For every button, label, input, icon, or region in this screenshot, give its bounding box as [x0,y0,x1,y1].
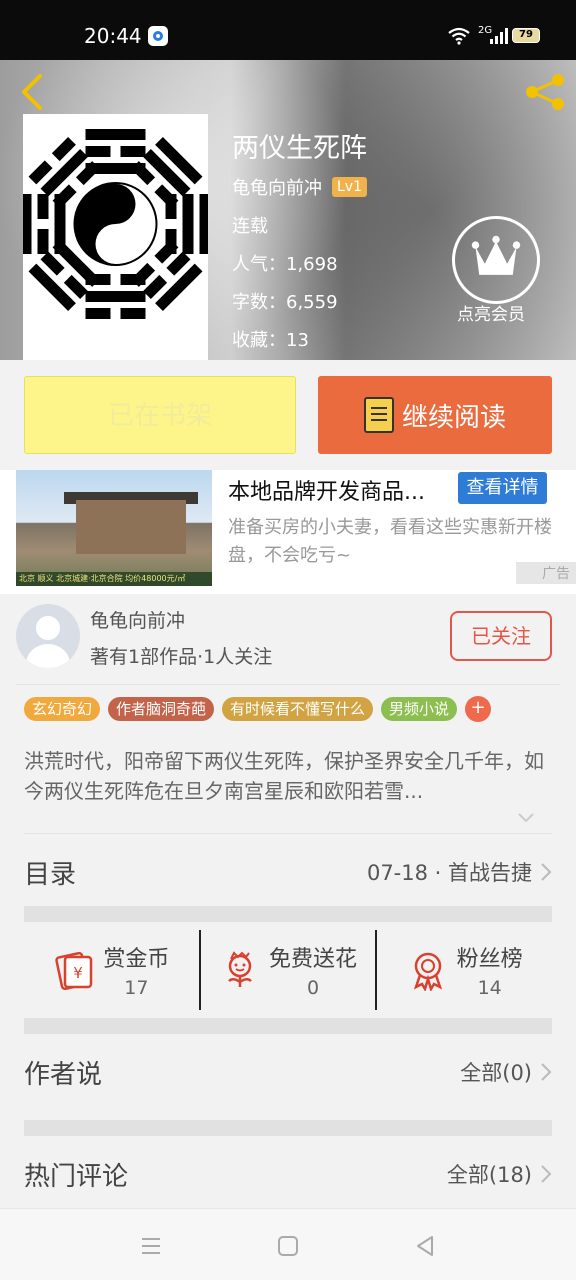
divider [16,684,560,685]
book-header: 两仪生死阵 龟龟向前冲 Lv1 连载 人气：1,698 字数：6,559 收藏：… [0,60,576,360]
fans-ranking-count: 14 [477,977,502,999]
ad-banner[interactable]: 北京 顺义 北京城建·北京合院 均价48000元/㎡ 本地品牌开发商品... 查… [0,470,576,594]
menu-icon[interactable] [140,1235,162,1257]
popularity-count: 人气：1,698 [232,254,338,275]
medal-icon [413,952,442,991]
author-works-info: 著有1部作品·1人关注 [90,646,273,668]
ad-label: 广告 [516,562,576,584]
system-navigation-bar [0,1208,576,1280]
chevron-right-icon [541,863,552,881]
back-icon[interactable] [414,1235,436,1257]
wifi-icon [448,27,470,45]
ad-image-caption: 北京 顺义 北京城建·北京合院 均价48000元/㎡ [16,572,212,586]
author-avatar[interactable] [16,604,80,668]
author-section: 龟龟向前冲 著有1部作品·1人关注 已关注 [0,594,576,684]
author-name[interactable]: 龟龟向前冲 [232,174,322,200]
book-title: 两仪生死阵 [232,133,367,164]
back-arrow-icon[interactable] [16,72,48,112]
tag-item[interactable]: 作者脑洞奇葩 [108,697,215,721]
tag-item[interactable]: 男频小说 [381,697,458,721]
book-summary[interactable]: 洪荒时代，阳帝留下两仪生死阵，保护圣界安全几千年，如今两仪生死阵危在旦夕南宫星辰… [24,746,552,806]
author-says-row[interactable]: 作者说 全部(0) [24,1050,552,1094]
continue-reading-label: 继续阅读 [401,402,506,433]
red-envelope-icon: ¥ [55,951,93,991]
status-bar: 20:44 2G 79 [0,0,576,60]
ad-description: 准备买房的小夫妻，看看这些实惠新开楼盘，不会吃亏~ [228,517,552,566]
battery-icon: 79 [512,28,540,43]
ad-title[interactable]: 本地品牌开发商品... [228,474,425,506]
level-badge: Lv1 [332,177,367,197]
author-says-label: 作者说 [24,1059,103,1090]
catalog-label: 目录 [24,859,77,890]
continue-reading-button[interactable]: 继续阅读 [318,376,552,454]
notification-app-icon [148,26,168,46]
book-icon [363,397,394,433]
author-section-name[interactable]: 龟龟向前冲 [90,606,185,633]
action-bar: 已在书架 继续阅读 [0,360,576,470]
author-row: 龟龟向前冲 Lv1 [232,174,367,200]
author-says-link: 全部(0) [460,1061,532,1085]
in-bookshelf-button[interactable]: 已在书架 [24,376,296,454]
word-count: 字数：6,559 [232,292,338,313]
vip-label[interactable]: 点亮会员 [457,300,525,325]
fans-ranking[interactable]: 粉丝榜 14 [375,930,552,1010]
reward-coins[interactable]: ¥ 赏金币 17 [24,930,199,1010]
add-tag-button[interactable]: + [465,696,492,722]
chevron-right-icon [541,1063,552,1081]
fans-ranking-label: 粉丝榜 [456,947,523,972]
follow-button[interactable]: 已关注 [450,611,552,661]
chevron-down-icon[interactable] [516,808,536,828]
reward-coins-label: 赏金币 [103,947,170,972]
section-separator [24,906,552,922]
hot-comments-label: 热门评论 [24,1161,129,1192]
flower-icon [228,951,252,987]
reward-coins-count: 17 [124,977,149,999]
free-flowers-count: 0 [306,977,320,999]
favorites-count: 收藏：13 [232,330,309,351]
hot-comments-link: 全部(18) [446,1163,532,1187]
share-icon[interactable] [524,72,566,112]
crown-icon[interactable] [452,216,540,304]
tag-list: 玄幻奇幻 作者脑洞奇葩 有时候看不懂写什么 男频小说 + [24,696,492,722]
free-flowers-label: 免费送花 [269,947,358,972]
free-flowers[interactable]: 免费送花 0 [198,930,376,1010]
section-separator [24,1120,552,1136]
tag-item[interactable]: 玄幻奇幻 [24,697,101,721]
ad-image[interactable]: 北京 顺义 北京城建·北京合院 均价48000元/㎡ [16,470,212,586]
latest-chapter: 07-18 · 首战告捷 [366,861,532,885]
chevron-right-icon [541,1165,552,1183]
tag-item[interactable]: 有时候看不懂写什么 [222,697,374,721]
status-time: 20:44 [84,24,142,48]
book-cover[interactable] [23,114,208,360]
ad-details-button[interactable]: 查看详情 [458,472,547,504]
section-separator [24,1018,552,1034]
stats-row: ¥ 赏金币 17 免费送花 0 粉丝榜 14 [24,930,552,1010]
signal-icon [490,28,508,44]
svg-text:¥: ¥ [74,964,84,982]
catalog-row[interactable]: 目录 07-18 · 首战告捷 [24,850,552,894]
hot-comments-row[interactable]: 热门评论 全部(18) [24,1152,552,1196]
home-icon[interactable] [277,1235,299,1257]
serial-status: 连载 [232,216,268,237]
divider [24,833,552,834]
